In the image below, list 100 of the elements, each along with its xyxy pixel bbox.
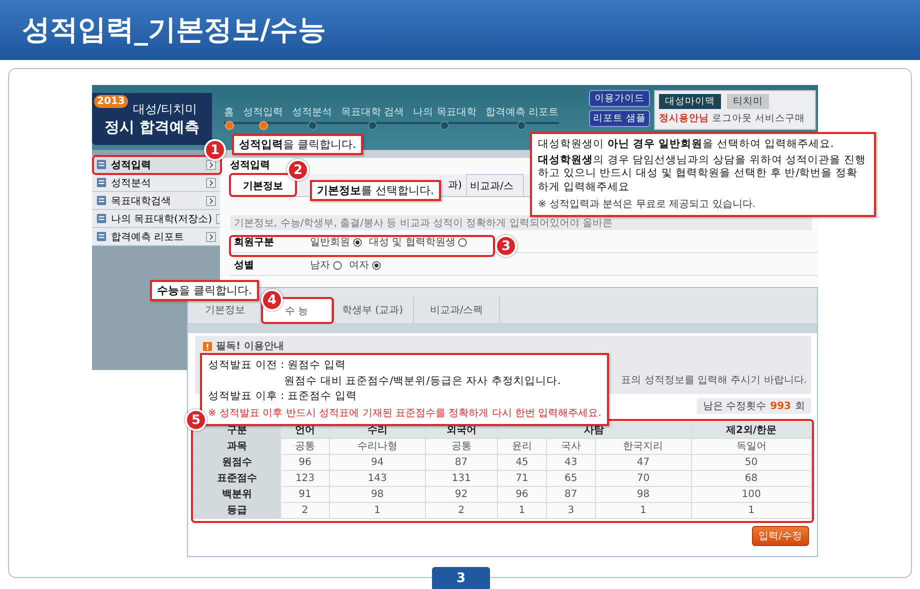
step-link[interactable]: 성적입력 xyxy=(243,105,283,119)
remaining-unit: 회 xyxy=(795,400,805,413)
slide-title: 성적입력_기본정보/수능 xyxy=(22,12,326,48)
chevron-icon xyxy=(206,196,216,206)
table-cell: 87 xyxy=(425,454,498,470)
table-cell: 143 xyxy=(329,470,426,486)
callout-note: ※ 성적입력과 분석은 무료로 제공되고 있습니다. xyxy=(538,198,756,211)
table-cell: 공통 xyxy=(280,438,330,454)
step-link[interactable]: 홈 xyxy=(224,105,234,119)
table-cell: 43 xyxy=(546,454,596,470)
table-cell: 한국지리 xyxy=(595,438,692,454)
site-logo[interactable]: 2013 대성/티치미 정시 합격예측 xyxy=(92,93,212,145)
header-button[interactable]: 이용가이드 xyxy=(588,90,650,107)
sidebar-item[interactable]: 나의 목표대학(저장소) xyxy=(92,210,220,228)
table-cell: 1 xyxy=(691,502,812,518)
notice-title: 필독! 이용안내 xyxy=(216,340,284,353)
table-cell: 1 xyxy=(595,502,692,518)
table-cell: 70 xyxy=(595,470,692,486)
table-cell: 45 xyxy=(497,454,546,470)
notice-text: 기본정보, 수능/학생부, 출결/봉사 등 비교과 성적이 정확하게 입력되어있어야 올바른 xyxy=(234,216,613,230)
row-header: 원점수 xyxy=(194,454,280,470)
table-cell: 123 xyxy=(280,470,330,486)
warning-icon xyxy=(203,342,212,350)
callout-text: 성적발표 이후 : 표준점수 입력 xyxy=(208,390,358,404)
table-cell: 91 xyxy=(280,486,330,502)
table-cell: 수리나형 xyxy=(329,438,426,454)
document-icon xyxy=(96,231,107,242)
table-cell: 50 xyxy=(691,454,812,470)
table-cell: 윤리 xyxy=(497,438,546,454)
radio-label: 일반회원 xyxy=(310,236,350,249)
chevron-icon xyxy=(206,232,216,242)
page-number: 3 xyxy=(432,567,490,589)
section-title: 성적입력 xyxy=(230,159,270,173)
user-link[interactable]: 로그아웃 xyxy=(712,112,752,125)
callout-label: 수능을 클릭합니다. xyxy=(150,280,259,301)
table-cell: 131 xyxy=(425,470,498,486)
callout-label: 성적입력을 클릭합니다. xyxy=(232,134,363,155)
table-cell: 98 xyxy=(595,486,692,502)
radio-button[interactable] xyxy=(372,260,381,270)
user-name: 정시용안님 xyxy=(659,112,709,125)
row-header: 백분위 xyxy=(194,486,280,502)
table-cell: 68 xyxy=(691,470,812,486)
callout-text: 원점수 대비 표준점수/백분위/등급은 자사 추정치입니다. xyxy=(283,374,562,388)
table-cell: 2 xyxy=(425,502,498,518)
table-cell: 65 xyxy=(546,470,596,486)
step-link[interactable]: 나의 목표대학 xyxy=(413,105,476,119)
table-cell: 87 xyxy=(546,486,596,502)
user-link[interactable]: 서비스구매 xyxy=(755,112,805,125)
table-cell: 3 xyxy=(546,502,596,518)
document-icon xyxy=(96,159,107,170)
radio-button[interactable] xyxy=(333,260,342,270)
sidebar-item[interactable]: 성적분석 xyxy=(92,174,220,192)
radio-label: 대성 및 협력학원생 xyxy=(369,236,456,249)
step-link[interactable]: 성적분석 xyxy=(292,105,332,119)
table-cell: 96 xyxy=(497,486,546,502)
remaining-number: 993 xyxy=(770,400,791,412)
table-cell: 2 xyxy=(280,502,330,518)
table-cell: 98 xyxy=(329,486,426,502)
step-link[interactable]: 목표대학 검색 xyxy=(341,105,404,119)
table-cell: 71 xyxy=(497,470,546,486)
sidebar-item[interactable]: 목표대학검색 xyxy=(92,192,220,210)
chevron-icon xyxy=(206,178,216,188)
logo-text: 정시 합격예측 xyxy=(104,118,200,137)
radio-label: 여자 xyxy=(349,259,369,272)
document-icon xyxy=(96,195,107,206)
radio-button[interactable] xyxy=(353,238,362,246)
callout-text: 대성학원생의 경우 담임선생님과의 상담을 위하여 성적이관을 진행하고 있으니 반드시 대성 및 협력학원을 선택한 후 반/학번을 정확하게 입력해주세요 xyxy=(538,154,868,195)
table-cell: 94 xyxy=(329,454,426,470)
table-cell: 독일어 xyxy=(691,438,812,454)
callout-note: ※ 성적발표 이후 반드시 성적표에 기재된 표준점수를 정확하게 다시 한번 입력해주세요. xyxy=(208,406,602,420)
row-header: 과목 xyxy=(194,438,280,454)
table-cell: 100 xyxy=(691,486,812,502)
header-button[interactable]: 리포트 샘플 xyxy=(588,110,650,127)
remaining-label: 남은 수정횟수 xyxy=(702,400,766,413)
brand-tab[interactable]: 대성마이맥 xyxy=(659,94,721,109)
table-cell: 1 xyxy=(329,502,426,518)
chevron-icon xyxy=(206,160,216,170)
table-header: 제2외/한문 xyxy=(691,422,812,438)
row-header: 표준점수 xyxy=(194,470,280,486)
logo-text: 대성/티치미 xyxy=(132,101,198,118)
brand-tab[interactable]: 티치미 xyxy=(727,94,769,109)
year-badge: 2013 xyxy=(94,95,128,108)
table-cell: 47 xyxy=(595,454,692,470)
callout-label: 기본정보를 선택합니다. xyxy=(310,180,441,201)
table-cell: 92 xyxy=(425,486,498,502)
tab[interactable]: 비교과/스 xyxy=(466,174,524,196)
document-icon xyxy=(96,177,107,188)
callout-text: 성적발표 이전 : 원점수 입력 xyxy=(208,359,347,373)
step-link[interactable]: 합격예측 리포트 xyxy=(485,105,559,119)
form-label: 회원구분 xyxy=(233,236,275,249)
table-cell: 공통 xyxy=(425,438,498,454)
sidebar-item[interactable]: 합격예측 리포트 xyxy=(92,228,220,246)
table-cell: 1 xyxy=(497,502,546,518)
table-cell: 96 xyxy=(280,454,330,470)
notice-text: 표의 성적정보를 입력해 주시기 바랍니다. xyxy=(621,374,807,387)
radio-button[interactable] xyxy=(458,238,468,246)
form-label: 성별 xyxy=(233,259,255,272)
radio-label: 남자 xyxy=(310,259,330,272)
callout-text: 대성학원생이 아닌 경우 일반회원을 선택하여 입력해주세요. xyxy=(538,138,835,152)
table-cell: 국사 xyxy=(546,438,596,454)
